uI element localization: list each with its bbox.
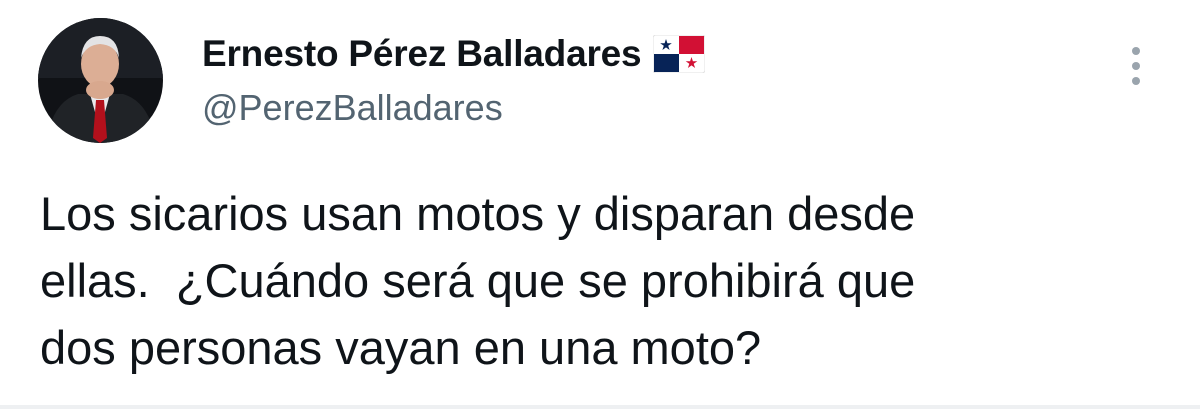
tweet-text: Los sicarios usan motos y disparan desde…	[40, 187, 916, 374]
user-handle[interactable]: @PerezBalladares	[202, 87, 1062, 129]
name-row: Ernesto Pérez Balladares	[202, 28, 1062, 80]
display-name[interactable]: Ernesto Pérez Balladares	[202, 33, 642, 75]
author-block: Ernesto Pérez Balladares @PerezBalladare…	[202, 28, 1062, 129]
more-vertical-icon-dot	[1132, 77, 1140, 85]
avatar[interactable]	[38, 18, 163, 143]
panama-flag-icon	[652, 34, 706, 74]
divider	[0, 405, 1200, 409]
more-vertical-icon	[1132, 47, 1140, 55]
more-vertical-icon-dot	[1132, 62, 1140, 70]
tweet-card[interactable]: Ernesto Pérez Balladares @PerezBalladare…	[0, 0, 1200, 409]
more-options-button[interactable]	[1116, 40, 1156, 92]
profile-photo-icon	[38, 18, 163, 143]
